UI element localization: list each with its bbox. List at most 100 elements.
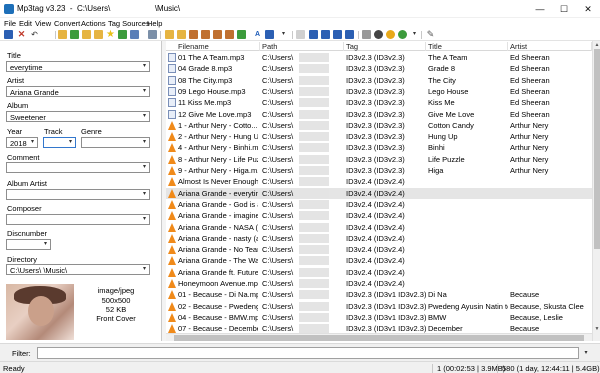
- table-row[interactable]: 01 The A Team.mp3 C:\Users\ ID3v2.3 (ID3v2…: [166, 52, 592, 63]
- table-row[interactable]: Almost Is Never Enough... C:\Users\ ID3v2.…: [166, 176, 592, 187]
- options-icon[interactable]: [94, 30, 103, 39]
- chevron-down-icon[interactable]: ▾: [28, 138, 37, 147]
- table-row[interactable]: 04 - Because - BMW.mp3 C:\Users\ ID3v2.3 (…: [166, 312, 592, 323]
- musicbrainz-icon[interactable]: [386, 30, 395, 39]
- chevron-down-icon[interactable]: ▾: [140, 87, 149, 96]
- table-row[interactable]: Ariana Grande - NASA (A...C:\Users\ID3v2…: [166, 222, 592, 233]
- discnumber-field[interactable]: ▾: [6, 239, 51, 250]
- scroll-up-icon[interactable]: ▲: [593, 41, 600, 49]
- text-file-icon[interactable]: [345, 30, 354, 39]
- chevron-down-icon[interactable]: ▾: [140, 62, 149, 71]
- chevron-down-icon[interactable]: ▾: [140, 112, 149, 121]
- freedb-icon[interactable]: [362, 30, 371, 39]
- maximize-button[interactable]: ☐: [552, 0, 576, 18]
- table-row[interactable]: 11 Kiss Me.mp3 C:\Users\ ID3v2.3 (ID3v2.3)…: [166, 97, 592, 108]
- column-filename[interactable]: Filename: [176, 42, 260, 51]
- chevron-down-icon[interactable]: ▾: [66, 138, 75, 147]
- text-file-tag-icon[interactable]: [165, 30, 174, 39]
- column-title[interactable]: Title: [426, 42, 508, 51]
- playlist-icon[interactable]: [225, 30, 234, 39]
- title-field[interactable]: everytime ▾: [6, 61, 150, 72]
- column-tag[interactable]: Tag: [344, 42, 426, 51]
- table-row[interactable]: 2 - Arthur Nery - Hung U... C:\Users\ ID3v…: [166, 131, 592, 142]
- table-row[interactable]: 01 - Because - Di Na.mp3 C:\Users\ ID3v2.3…: [166, 289, 592, 300]
- table-row[interactable]: Ariana Grande ft. Future ...C:\Users\ID3…: [166, 267, 592, 278]
- table-row[interactable]: 12 Give Me Love.mp3 C:\Users\ ID3v2.3 (ID3…: [166, 109, 592, 120]
- favorites-icon[interactable]: [82, 30, 91, 39]
- settings-wrench-icon[interactable]: ✎: [426, 30, 435, 39]
- chevron-down-icon[interactable]: ▾: [140, 265, 149, 274]
- auto-number-icon[interactable]: [177, 30, 186, 39]
- table-row[interactable]: 09 Lego House.mp3 C:\Users\ ID3v2.3 (ID3v2…: [166, 86, 592, 97]
- chevron-down-icon[interactable]: ▾: [581, 348, 591, 358]
- column-path[interactable]: Path: [260, 42, 344, 51]
- actions-icon[interactable]: [189, 30, 198, 39]
- table-row[interactable]: Ariana Grande - The Way...C:\Users\ID3v2…: [166, 255, 592, 266]
- vertical-scroll-thumb[interactable]: [594, 49, 600, 249]
- menu-edit[interactable]: Edit: [19, 19, 32, 28]
- album-artist-field[interactable]: ▾: [6, 189, 150, 200]
- menu-view[interactable]: View: [35, 19, 51, 28]
- web-sources-icon[interactable]: [398, 30, 407, 39]
- discogs-icon[interactable]: [374, 30, 383, 39]
- close-button[interactable]: ✕: [576, 0, 600, 18]
- menu-tag-sources[interactable]: Tag Sources: [108, 19, 150, 28]
- dropdown-arrow-icon[interactable]: ▾: [410, 30, 419, 39]
- filename-tag-icon[interactable]: [309, 30, 318, 39]
- table-row[interactable]: 4 - Arthur Nery - Binhi.m... C:\Users\ ID3…: [166, 142, 592, 153]
- column-artist[interactable]: Artist: [508, 42, 592, 51]
- add-folder-icon[interactable]: [70, 30, 79, 39]
- genre-field[interactable]: ▾: [81, 137, 150, 148]
- table-row[interactable]: 02 - Because - Pwedeng ...C:\Users\ID3v2…: [166, 301, 592, 312]
- horizontal-scroll-thumb[interactable]: [174, 335, 584, 341]
- file-tag-icon[interactable]: [148, 30, 157, 39]
- table-row[interactable]: 04 Grade 8.mp3 C:\Users\ ID3v2.3 (ID3v2.3)…: [166, 63, 592, 74]
- table-row[interactable]: Ariana Grande - nasty (a... C:\Users\ ID3v…: [166, 233, 592, 244]
- scroll-down-icon[interactable]: ▼: [593, 325, 600, 333]
- menu-file[interactable]: File: [4, 19, 16, 28]
- menu-help[interactable]: Help: [147, 19, 162, 28]
- convert-icon[interactable]: [296, 30, 305, 39]
- table-row[interactable]: Ariana Grande - everytim...C:\Users\ID3v…: [166, 187, 592, 199]
- star-icon[interactable]: ★: [106, 30, 115, 40]
- table-row[interactable]: Ariana Grande - imagine ...C:\Users\ID3v…: [166, 210, 592, 221]
- chevron-down-icon[interactable]: ▾: [140, 163, 149, 172]
- directory-field[interactable]: C:\Users\ \Music\ ▾: [6, 264, 150, 275]
- undo-icon[interactable]: ↶: [30, 30, 39, 39]
- chevron-down-icon[interactable]: ▾: [41, 240, 50, 249]
- table-row[interactable]: Ariana Grande - No Tears...C:\Users\ID3v…: [166, 244, 592, 255]
- quick-actions-icon[interactable]: [201, 30, 210, 39]
- tag-file-icon[interactable]: [130, 30, 139, 39]
- minimize-button[interactable]: —: [528, 0, 552, 18]
- album-field[interactable]: Sweetener ▾: [6, 111, 150, 122]
- comment-field[interactable]: ▾: [6, 162, 150, 173]
- dropdown-arrow-icon[interactable]: ▾: [279, 30, 288, 39]
- save-icon[interactable]: [4, 30, 13, 39]
- export-icon[interactable]: [213, 30, 222, 39]
- tag-tag-icon[interactable]: [321, 30, 330, 39]
- font-case-icon[interactable]: A: [253, 30, 262, 39]
- table-row[interactable]: 08 The City.mp3 C:\Users\ ID3v2.3 (ID3v2.3…: [166, 75, 592, 86]
- open-folder-icon[interactable]: [58, 30, 67, 39]
- refresh-icon[interactable]: [118, 30, 127, 39]
- track-field[interactable]: ▾: [43, 137, 76, 148]
- table-row[interactable]: Honeymoon Avenue.mp3 C:\Users\ ID3v2.4 (ID…: [166, 278, 592, 289]
- table-row[interactable]: Ariana Grande - God is a ...C:\Users\ID3…: [166, 199, 592, 210]
- table-row[interactable]: 8 - Arthur Nery - Life Puz... C:\Users\ ID…: [166, 154, 592, 165]
- composer-field[interactable]: ▾: [6, 214, 150, 225]
- cover-art-image[interactable]: [6, 284, 74, 340]
- format-icon[interactable]: [265, 30, 274, 39]
- filter-input[interactable]: [37, 347, 579, 359]
- horizontal-scrollbar[interactable]: [166, 333, 592, 341]
- tag-sources-icon[interactable]: [237, 30, 246, 39]
- menu-actions[interactable]: Actions: [81, 19, 106, 28]
- vertical-scrollbar[interactable]: ▲ ▼: [592, 41, 600, 341]
- year-field[interactable]: 2018 ▾: [6, 137, 38, 148]
- remove-tag-icon[interactable]: ✕: [17, 30, 26, 39]
- table-row[interactable]: 1 - Arthur Nery - Cotto... C:\Users\ ID3v2…: [166, 120, 592, 131]
- menu-convert[interactable]: Convert: [54, 19, 80, 28]
- chevron-down-icon[interactable]: ▾: [140, 215, 149, 224]
- chevron-down-icon[interactable]: ▾: [140, 190, 149, 199]
- artist-field[interactable]: Ariana Grande ▾: [6, 86, 150, 97]
- table-row[interactable]: 9 - Arthur Nery - Higa.m... C:\Users\ ID3v…: [166, 165, 592, 176]
